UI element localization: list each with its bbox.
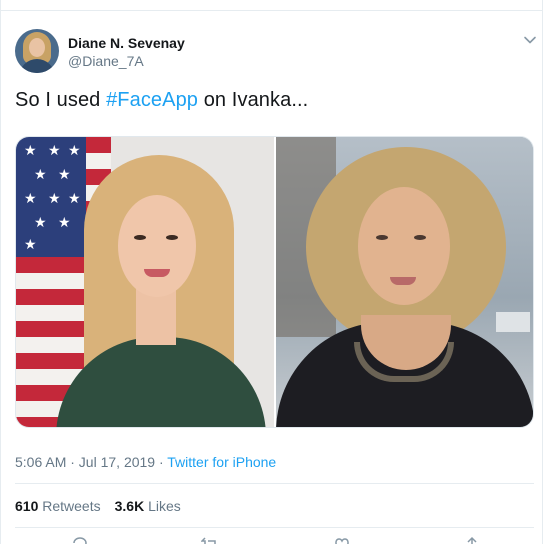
retweet-icon[interactable] <box>200 536 219 544</box>
likes-stat[interactable]: 3.6K Likes <box>115 498 181 514</box>
likes-label: Likes <box>144 498 181 514</box>
retweets-stat[interactable]: 610 Retweets <box>15 498 101 514</box>
tweet-meta: 5:06 AM · Jul 17, 2019 · Twitter for iPh… <box>15 454 276 470</box>
right-photo[interactable] <box>276 137 533 427</box>
tweet-card: Diane N. Sevenay @Diane_7A So I used #Fa… <box>0 0 543 544</box>
chevron-down-icon[interactable] <box>523 33 537 47</box>
media-grid: ★ ★ ★ ★ ★ ★ ★ ★ ★ ★ ★ <box>15 136 534 428</box>
tweet-stats: 610 Retweets 3.6K Likes <box>15 498 181 514</box>
tweet-text-before: So I used <box>15 89 107 111</box>
source-link[interactable]: Twitter for iPhone <box>167 454 276 470</box>
divider <box>15 527 534 528</box>
author-handle[interactable]: @Diane_7A <box>68 53 144 69</box>
reply-icon[interactable] <box>71 536 89 544</box>
author-display-name[interactable]: Diane N. Sevenay <box>68 35 185 51</box>
hashtag-link[interactable]: #FaceApp <box>106 89 198 111</box>
divider <box>15 483 534 484</box>
action-bar <box>1 536 543 544</box>
divider <box>1 10 543 11</box>
likes-count: 3.6K <box>114 498 145 514</box>
like-icon[interactable] <box>333 536 351 544</box>
timestamp[interactable]: 5:06 AM · Jul 17, 2019 · <box>15 454 167 470</box>
retweets-count: 610 <box>15 498 39 514</box>
tweet-header: Diane N. Sevenay @Diane_7A <box>15 29 537 73</box>
retweets-label: Retweets <box>38 498 101 514</box>
tweet-text-after: on Ivanka... <box>198 89 309 111</box>
avatar[interactable] <box>15 29 59 73</box>
share-icon[interactable] <box>463 536 481 544</box>
left-photo[interactable]: ★ ★ ★ ★ ★ ★ ★ ★ ★ ★ ★ <box>16 137 274 427</box>
tweet-text: So I used #FaceApp on Ivanka... <box>15 89 308 112</box>
